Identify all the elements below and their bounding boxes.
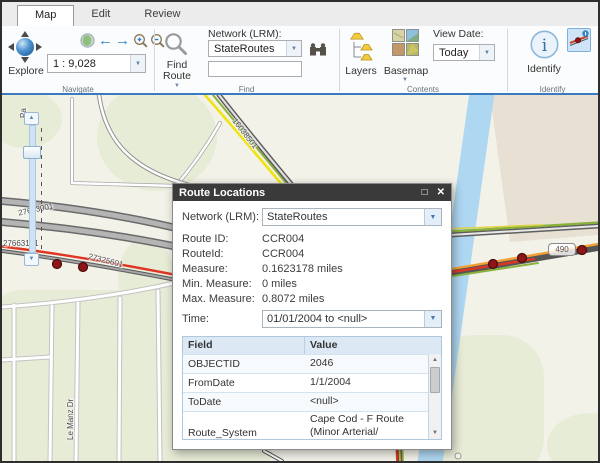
min-measure-value: 0 miles <box>262 278 297 291</box>
group-divider <box>507 29 508 91</box>
layers-icon[interactable] <box>349 31 375 61</box>
basemap-button[interactable]: Basemap <box>381 65 431 77</box>
map-scale-value: 1 : 9,028 <box>53 57 96 70</box>
dialog-title: Route Locations <box>179 186 266 199</box>
route-point-marker[interactable] <box>516 252 528 264</box>
next-extent-icon[interactable]: → <box>115 33 130 48</box>
time-combo[interactable]: 01/01/2004 to <null> ▼ <box>262 309 442 328</box>
view-date-label: View Date: <box>433 28 484 40</box>
route-locations-dialog: Route Locations □ ✕ Network (LRM): State… <box>172 183 452 450</box>
route-point-marker[interactable] <box>487 258 499 270</box>
fixed-zoom-in-icon[interactable] <box>133 33 148 48</box>
route-id-label: Route ID: <box>182 232 229 245</box>
table-row[interactable]: FromDate 1/1/2004 <box>183 372 428 392</box>
route-point-marker[interactable] <box>576 244 588 256</box>
table-scrollbar[interactable]: ▲ ▼ <box>428 353 441 439</box>
group-label-contents: Contents <box>406 85 440 94</box>
tab-review[interactable]: Review <box>127 5 197 26</box>
explore-button[interactable]: Explore <box>2 65 50 77</box>
dialog-title-bar[interactable]: Route Locations □ ✕ <box>173 184 451 201</box>
chevron-down-icon[interactable]: ▼ <box>286 41 301 56</box>
app-window: Map Edit Review Explore ← → 1: 9,028 ▼ … <box>0 0 600 463</box>
tab-edit[interactable]: Edit <box>74 5 127 26</box>
scrollbar-thumb[interactable] <box>430 366 440 393</box>
table-header: Field Value <box>183 336 441 354</box>
zoom-slider-down-button[interactable]: ▼ <box>24 253 39 266</box>
field-cell: ToDate <box>188 395 222 408</box>
layers-button[interactable]: Layers <box>338 65 384 77</box>
identify-icon[interactable]: i <box>529 29 560 60</box>
column-header-field: Field <box>183 336 305 354</box>
value-cell: 1/1/2004 <box>310 376 351 389</box>
value-cell: Cape Cod - F Route (Minor Arterial/ Coll… <box>310 412 404 439</box>
svg-text:i: i <box>542 36 548 56</box>
identify-route-icon <box>569 30 589 46</box>
zoom-slider-handle[interactable] <box>23 146 41 159</box>
table-row[interactable]: Route_System Cape Cod - F Route (Minor A… <box>183 410 428 439</box>
view-date-combo[interactable]: Today ▼ <box>433 44 495 61</box>
ribbon: Map Edit Review Explore ← → 1: 9,028 ▼ … <box>2 2 598 95</box>
scroll-down-icon[interactable]: ▼ <box>429 426 441 439</box>
field-cell: OBJECTID <box>188 357 240 370</box>
max-measure-value: 0.8072 miles <box>262 293 325 306</box>
previous-extent-icon[interactable]: ← <box>98 33 113 48</box>
time-label: Time: <box>182 312 210 325</box>
zoom-slider-up-button[interactable]: ▲ <box>24 112 39 125</box>
find-route-button-line2[interactable]: Route <box>149 70 205 82</box>
chevron-down-icon[interactable]: ▼ <box>402 77 408 83</box>
network-lrm-label: Network (LRM): <box>208 28 282 40</box>
dialog-network-label: Network (LRM): <box>182 211 260 223</box>
route-point-marker[interactable] <box>77 261 89 273</box>
value-cell: 2046 <box>310 357 334 370</box>
attributes-table: Field Value OBJECTID 2046 FromDate 1/1/2… <box>182 335 442 440</box>
dialog-network-combo[interactable]: StateRoutes ▼ <box>262 208 442 226</box>
dialog-network-value: StateRoutes <box>267 211 328 223</box>
routeid-value: CCR004 <box>262 247 305 260</box>
network-lrm-value: StateRoutes <box>214 42 275 55</box>
basemap-icon[interactable] <box>392 29 419 56</box>
find-route-icon[interactable] <box>163 31 189 57</box>
column-header-value: Value <box>310 339 338 352</box>
time-value: 01/01/2004 to <null> <box>267 312 368 325</box>
route-id-value: CCR004 <box>262 232 305 245</box>
view-date-value: Today <box>439 46 469 59</box>
measure-label: Measure: <box>182 262 228 275</box>
route-point-marker[interactable] <box>51 258 63 270</box>
tab-map[interactable]: Map <box>17 5 75 26</box>
map-scale-combo[interactable]: 1 : 9,028 ▼ <box>47 54 146 73</box>
ribbon-tab-bar: Map Edit Review <box>2 2 598 26</box>
route-shield-label: 490 <box>548 243 576 256</box>
max-measure-label: Max. Measure: <box>182 293 255 306</box>
maximize-icon[interactable]: □ <box>422 187 428 198</box>
scroll-up-icon[interactable]: ▲ <box>429 353 441 366</box>
street-name-label: Le Manz Dr <box>66 398 75 440</box>
measure-value: 0.1623178 miles <box>262 262 343 275</box>
min-measure-label: Min. Measure: <box>182 278 252 291</box>
zoom-slider-ticks <box>41 128 42 250</box>
group-divider <box>339 29 340 91</box>
zoom-slider-track[interactable] <box>29 125 36 253</box>
full-extent-globe-icon[interactable] <box>80 33 95 48</box>
close-icon[interactable]: ✕ <box>437 187 445 198</box>
map-view[interactable]: 27663001 27663101 27325601 16038501 Le M… <box>2 95 598 461</box>
chevron-down-icon[interactable]: ▼ <box>130 55 145 72</box>
chevron-down-icon[interactable]: ▼ <box>424 310 441 327</box>
routeid-label: RouteId: <box>182 247 224 260</box>
identify-route-locations-tool-active[interactable] <box>567 28 591 52</box>
binoculars-search-icon[interactable] <box>309 42 327 57</box>
network-lrm-combo[interactable]: StateRoutes ▼ <box>208 40 302 57</box>
group-label-navigate: Navigate <box>62 85 94 94</box>
identify-button[interactable]: Identify <box>515 63 573 75</box>
chevron-down-icon[interactable]: ▼ <box>424 209 441 225</box>
group-label-find: Find <box>238 85 255 94</box>
field-cell: FromDate <box>188 376 235 389</box>
chevron-down-icon[interactable]: ▼ <box>479 45 494 60</box>
route-search-input[interactable] <box>208 61 302 77</box>
table-row[interactable]: ToDate <null> <box>183 391 428 411</box>
explore-icon[interactable] <box>7 31 43 65</box>
field-cell: Route_System <box>188 426 257 439</box>
group-label-identify: Identify <box>539 85 566 94</box>
table-row[interactable]: OBJECTID 2046 <box>183 353 428 373</box>
value-cell: <null> <box>310 395 339 408</box>
